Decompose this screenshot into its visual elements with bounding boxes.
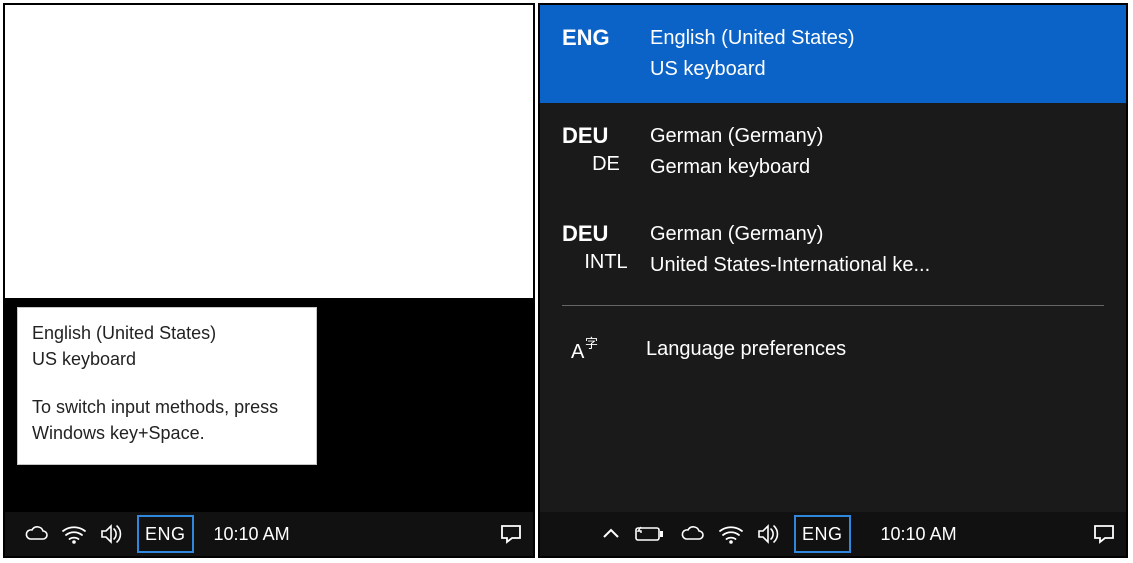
keyboard-layout-label: German keyboard [650,152,1108,183]
wifi-icon[interactable] [712,512,750,556]
language-subcode-label: DE [562,151,650,178]
keyboard-layout-label: US keyboard [650,54,1108,85]
divider [562,305,1104,306]
language-code-label: DEU [562,221,608,246]
language-code-label: ENG [562,25,610,50]
language-indicator[interactable]: ENG [794,515,851,553]
action-center-icon[interactable] [489,512,533,556]
action-center-icon[interactable] [1082,512,1126,556]
language-option-text: German (Germany) United States-Internati… [650,219,1108,281]
language-option-code: ENG [562,23,650,53]
language-tooltip: English (United States) US keyboard To s… [17,307,317,465]
speaker-icon[interactable] [93,512,129,556]
taskbar-clock[interactable]: 10:10 AM [869,524,969,545]
language-option-text: German (Germany) German keyboard [650,121,1108,183]
onedrive-icon[interactable] [17,512,55,556]
taskbar-clock-label: 10:10 AM [881,524,957,544]
wifi-icon[interactable] [55,512,93,556]
language-switcher-flyout: ENG English (United States) US keyboard … [540,5,1126,512]
language-subcode-label: INTL [562,249,650,276]
taskbar-clock[interactable]: 10:10 AM [202,524,302,545]
language-option[interactable]: DEU INTL German (Germany) United States-… [540,201,1126,299]
keyboard-layout-label: United States-International ke... [650,250,1108,281]
language-option-text: English (United States) US keyboard [650,23,1108,85]
show-hidden-icons-chevron[interactable] [594,512,628,556]
svg-text:A: A [571,341,585,363]
language-preferences-icon: A 字 [568,332,646,366]
taskbar-clock-label: 10:10 AM [214,524,290,544]
left-screenshot-panel: English (United States) US keyboard To s… [3,3,535,558]
language-option-code: DEU DE [562,121,650,178]
language-option[interactable]: DEU DE German (Germany) German keyboard [540,103,1126,201]
tooltip-line: English (United States) [32,320,302,346]
language-indicator[interactable]: ENG [137,515,194,553]
tooltip-line: To switch input methods, press [32,394,302,420]
language-indicator-label: ENG [802,524,843,545]
taskbar: ENG 10:10 AM [540,512,1126,556]
language-name-label: English (United States) [650,27,855,49]
svg-text:字: 字 [585,336,598,351]
language-option-code: DEU INTL [562,219,650,276]
language-option-selected[interactable]: ENG English (United States) US keyboard [540,5,1126,103]
battery-icon[interactable] [628,512,672,556]
onedrive-icon[interactable] [672,512,712,556]
language-code-label: DEU [562,123,608,148]
tooltip-line: Windows key+Space. [32,420,302,446]
language-name-label: German (Germany) [650,223,823,245]
language-name-label: German (Germany) [650,125,823,147]
language-preferences-link[interactable]: A 字 Language preferences [540,312,1126,386]
taskbar: ENG 10:10 AM [5,512,533,556]
right-screenshot-panel: ENG English (United States) US keyboard … [538,3,1128,558]
speaker-icon[interactable] [750,512,786,556]
language-indicator-label: ENG [145,524,186,545]
tooltip-line: US keyboard [32,346,302,372]
language-preferences-label: Language preferences [646,338,846,361]
